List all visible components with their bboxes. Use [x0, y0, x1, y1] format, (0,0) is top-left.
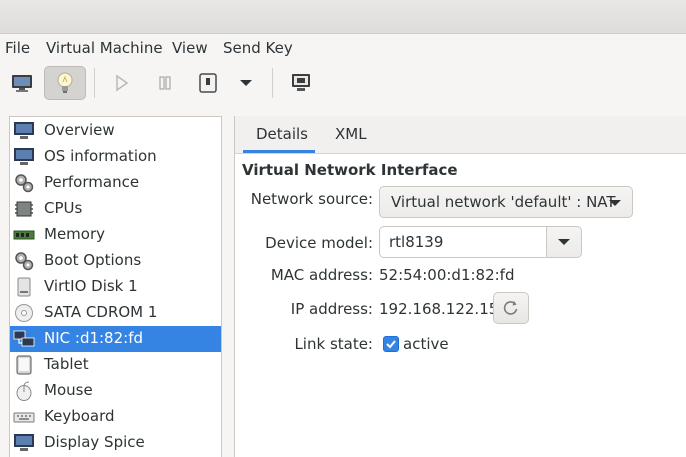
network-source-label: Network source:: [250, 190, 373, 208]
sidebar-item-label: Overview: [44, 121, 115, 139]
menubar: File Virtual Machine View Send Key: [0, 34, 686, 62]
sidebar-item-label: OS information: [44, 147, 157, 165]
cpu-chip-icon: [13, 199, 35, 219]
pause-button[interactable]: [144, 66, 186, 100]
device-model-value: rtl8139: [389, 233, 444, 251]
pause-icon: [159, 76, 171, 90]
active-tab-indicator: [243, 150, 315, 153]
ip-address-value: 192.168.122.157: [379, 300, 508, 318]
section-title: Virtual Network Interface: [242, 161, 458, 179]
sidebar-item-nic[interactable]: NIC :d1:82:fd: [10, 326, 221, 352]
sidebar-item-sata-cdrom-1[interactable]: SATA CDROM 1: [10, 300, 221, 326]
keyboard-icon: [13, 407, 35, 427]
memory-stick-icon: [13, 225, 35, 245]
window-titlebar[interactable]: [0, 0, 686, 34]
device-model-input[interactable]: rtl8139: [379, 226, 547, 258]
sidebar-item-tablet[interactable]: Tablet: [10, 352, 221, 378]
sidebar-item-label: Performance: [44, 173, 140, 191]
fullscreen-icon: [292, 74, 310, 91]
sidebar-item-label: Keyboard: [44, 407, 115, 425]
sidebar-item-label: CPUs: [44, 199, 83, 217]
tab-bar: Details XML: [235, 116, 686, 154]
device-model-label: Device model:: [265, 234, 373, 252]
sidebar-item-performance[interactable]: Performance: [10, 170, 221, 196]
sidebar-item-os-information[interactable]: OS information: [10, 144, 221, 170]
sidebar-item-label: VirtIO Disk 1: [44, 277, 138, 295]
device-model-dropdown-button[interactable]: [547, 226, 582, 258]
sidebar-item-label: Mouse: [44, 381, 93, 399]
monitor-icon: [13, 121, 35, 141]
cdrom-icon: [13, 303, 35, 323]
ip-address-label: IP address:: [290, 300, 373, 318]
sidebar-item-label: Memory: [44, 225, 106, 243]
monitor-icon: [13, 147, 35, 167]
run-button[interactable]: [100, 66, 142, 100]
tab-details[interactable]: Details: [256, 125, 308, 143]
chevron-down-icon: [609, 200, 621, 206]
menu-send-key[interactable]: Send Key: [223, 39, 293, 57]
shutdown-icon: [199, 73, 217, 93]
sidebar-item-cpus[interactable]: CPUs: [10, 196, 221, 222]
console-button[interactable]: [1, 66, 43, 100]
tab-xml[interactable]: XML: [335, 125, 367, 143]
details-pane: Details XML Virtual Network Interface Ne…: [234, 116, 686, 457]
link-state-value[interactable]: active: [403, 335, 449, 353]
menu-view[interactable]: View: [172, 39, 208, 57]
console-icon: [12, 75, 32, 92]
refresh-ip-button[interactable]: [493, 292, 529, 324]
gears-icon: [13, 173, 35, 193]
network-source-value: Virtual network 'default' : NAT: [391, 193, 616, 211]
sidebar-item-label: Boot Options: [44, 251, 142, 269]
run-icon: [116, 74, 129, 92]
chevron-down-icon: [558, 238, 570, 245]
menu-virtual-machine[interactable]: Virtual Machine: [46, 39, 163, 57]
toolbar: [0, 62, 686, 106]
sidebar-item-memory[interactable]: Memory: [10, 222, 221, 248]
details-lightbulb-icon: [57, 72, 73, 93]
gears-icon: [13, 251, 35, 271]
sidebar-item-label: Display Spice: [44, 433, 145, 451]
network-source-dropdown[interactable]: Virtual network 'default' : NAT: [379, 186, 633, 218]
sidebar-item-virtio-disk-1[interactable]: VirtIO Disk 1: [10, 274, 221, 300]
toolbar-separator: [94, 68, 95, 98]
sidebar-item-boot-options[interactable]: Boot Options: [10, 248, 221, 274]
toolbar-separator: [272, 68, 273, 98]
monitor-icon: [13, 433, 35, 453]
shutdown-button[interactable]: [187, 66, 229, 100]
chevron-down-icon: [240, 80, 252, 86]
shutdown-menu-button[interactable]: [226, 66, 266, 100]
link-state-checkbox[interactable]: [383, 336, 399, 352]
sidebar-item-label: SATA CDROM 1: [44, 303, 158, 321]
sidebar-item-overview[interactable]: Overview: [10, 118, 221, 144]
tablet-icon: [13, 355, 35, 375]
sidebar-item-keyboard[interactable]: Keyboard: [10, 404, 221, 430]
sidebar-item-display-spice[interactable]: Display Spice: [10, 430, 221, 456]
menu-file[interactable]: File: [5, 39, 30, 57]
refresh-icon: [503, 301, 518, 315]
mac-address-label: MAC address:: [270, 266, 373, 284]
mouse-icon: [13, 381, 35, 401]
link-state-label: Link state:: [294, 335, 373, 353]
sidebar-item-label: NIC :d1:82:fd: [44, 329, 144, 347]
network-icon: [13, 329, 35, 349]
details-button[interactable]: [44, 66, 86, 100]
fullscreen-button[interactable]: [280, 66, 322, 100]
mac-address-value: 52:54:00:d1:82:fd: [379, 266, 515, 284]
sidebar-item-label: Tablet: [44, 355, 89, 373]
hardware-list: Overview OS information Performance CPUs…: [9, 116, 222, 457]
disk-icon: [13, 277, 35, 297]
sidebar-item-mouse[interactable]: Mouse: [10, 378, 221, 404]
checkmark-icon: [386, 340, 396, 349]
